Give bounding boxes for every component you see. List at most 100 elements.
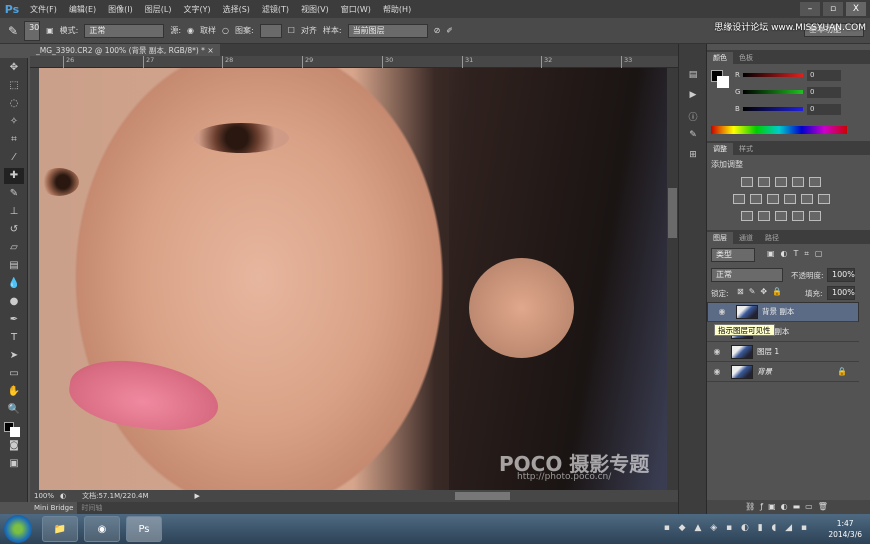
black-white-icon[interactable] xyxy=(767,194,779,204)
eyedropper-icon[interactable]: ⁄ xyxy=(4,150,24,166)
move-tool-icon[interactable]: ✥ xyxy=(4,60,24,76)
tab-color[interactable]: 颜色 xyxy=(707,52,733,64)
gradient-map-icon[interactable] xyxy=(809,211,821,221)
info-icon[interactable]: ⓘ xyxy=(684,110,702,124)
hand-icon[interactable]: ✋ xyxy=(4,384,24,400)
channel-g-value[interactable]: 0 xyxy=(807,87,841,98)
layer-filter-select[interactable]: 类型 xyxy=(711,248,755,262)
lock-icons[interactable]: ⊠✎✥🔒 xyxy=(737,287,787,296)
vertical-scrollbar[interactable] xyxy=(667,68,678,490)
brightness-icon[interactable] xyxy=(741,177,753,187)
clone-stamp-icon[interactable]: ⊥ xyxy=(4,204,24,220)
clock[interactable]: 1:47 2014/3/6 xyxy=(828,518,862,540)
tab-styles[interactable]: 样式 xyxy=(733,143,759,155)
system-tray-icons[interactable]: ▪ ◆ ▲ ◈ ▪ ◐ ▮ ◖ ◢ ▪ xyxy=(664,523,810,533)
dodge-icon[interactable]: ● xyxy=(4,294,24,310)
clone-source-icon[interactable]: ▣ xyxy=(46,26,54,35)
layer-name[interactable]: 背景 xyxy=(757,366,837,377)
marquee-tool-icon[interactable]: ⬚ xyxy=(4,78,24,94)
eye-icon[interactable]: ◉ xyxy=(707,347,727,356)
threshold-icon[interactable] xyxy=(775,211,787,221)
gradient-icon[interactable]: ▤ xyxy=(4,258,24,274)
pattern-radio[interactable]: ○ xyxy=(222,26,229,35)
menu-help[interactable]: 帮助(H) xyxy=(377,4,417,15)
mode-select[interactable]: 正常 xyxy=(84,23,165,38)
pattern-picker[interactable] xyxy=(259,23,282,38)
fill-input[interactable]: 100% xyxy=(827,286,855,300)
healing-brush-icon[interactable]: ✚ xyxy=(4,168,24,184)
menu-type[interactable]: 文字(Y) xyxy=(177,4,216,15)
brush-tool-icon[interactable]: ✎ xyxy=(4,186,24,202)
curves-icon[interactable] xyxy=(775,177,787,187)
status-menu-arrow[interactable]: ▶ xyxy=(195,492,200,500)
filter-icons[interactable]: ▣◐T⌗▢ xyxy=(767,249,829,259)
layer-name[interactable]: 图层 1 xyxy=(757,346,779,357)
doc-info[interactable]: 文档:57.1M/220.4M xyxy=(82,491,148,501)
background-color[interactable] xyxy=(717,76,729,88)
color-lookup-icon[interactable] xyxy=(818,194,830,204)
channel-r-value[interactable]: 0 xyxy=(807,70,841,81)
crop-tool-icon[interactable]: ⌗ xyxy=(4,132,24,148)
pen-icon[interactable]: ✒ xyxy=(4,312,24,328)
tab-timeline[interactable]: 时间轴 xyxy=(81,503,102,513)
tab-mini-bridge[interactable]: Mini Bridge xyxy=(30,502,78,514)
brush-tool-icon[interactable]: ✎ xyxy=(8,24,18,38)
quick-select-icon[interactable]: ✧ xyxy=(4,114,24,130)
actions-icon[interactable]: ▶ xyxy=(684,90,702,104)
brush-presets-icon[interactable]: ✎ xyxy=(684,130,702,144)
taskbar-explorer-icon[interactable]: 📁 xyxy=(42,516,78,542)
minimize-button[interactable]: – xyxy=(800,2,820,16)
close-tab-icon[interactable]: × xyxy=(207,46,213,55)
quick-mask-icon[interactable]: ◙ xyxy=(4,438,24,454)
layer-name[interactable]: 背景 副本 xyxy=(762,306,794,318)
hue-saturation-icon[interactable] xyxy=(733,194,745,204)
sample-select[interactable]: 当前图层 xyxy=(347,23,428,38)
menu-file[interactable]: 文件(F) xyxy=(24,4,63,15)
brush-size[interactable]: 30 xyxy=(24,20,41,41)
menu-edit[interactable]: 编辑(E) xyxy=(63,4,102,15)
color-spectrum[interactable] xyxy=(711,126,847,134)
color-swatches-icon[interactable] xyxy=(4,420,24,437)
exposure-icon[interactable] xyxy=(792,177,804,187)
blend-mode-select[interactable]: 正常 xyxy=(711,268,783,282)
channel-b-slider[interactable] xyxy=(743,107,803,111)
history-icon[interactable]: ▤ xyxy=(684,70,702,84)
image-canvas[interactable]: POCO 摄影专题 http://photo.poco.cn/ xyxy=(39,68,667,490)
taskbar-photoshop-icon[interactable]: Ps xyxy=(126,516,162,542)
tab-swatches[interactable]: 色板 xyxy=(733,52,759,64)
menu-image[interactable]: 图像(I) xyxy=(102,4,139,15)
layers-footer-icons[interactable]: ⛓ƒ▣◐▬▭🗑 xyxy=(707,500,870,514)
opacity-input[interactable]: 100% xyxy=(827,268,855,282)
invert-icon[interactable] xyxy=(741,211,753,221)
taskbar-chrome-icon[interactable]: ◉ xyxy=(84,516,120,542)
pressure-icon[interactable]: ✐ xyxy=(446,26,453,35)
eye-icon[interactable]: ◉ xyxy=(712,306,732,318)
layer-row[interactable]: ◉ 图层 1 xyxy=(707,342,859,362)
color-balance-icon[interactable] xyxy=(750,194,762,204)
close-button[interactable]: X xyxy=(846,2,866,16)
status-icon[interactable]: ◐ xyxy=(60,492,66,500)
history-brush-icon[interactable]: ↺ xyxy=(4,222,24,238)
menu-select[interactable]: 选择(S) xyxy=(217,4,256,15)
channel-b-value[interactable]: 0 xyxy=(807,104,841,115)
zoom-level[interactable]: 100% xyxy=(34,492,54,500)
aligned-checkbox[interactable]: ☐ xyxy=(288,26,295,35)
horizontal-scroll-thumb[interactable] xyxy=(455,492,510,500)
channel-g-slider[interactable] xyxy=(743,90,803,94)
layer-row[interactable]: ◉ 背景 副本 xyxy=(707,302,859,322)
tab-adjustments[interactable]: 调整 xyxy=(707,143,733,155)
restore-button[interactable]: ▫ xyxy=(823,2,843,16)
vibrance-icon[interactable] xyxy=(809,177,821,187)
tab-paths[interactable]: 路径 xyxy=(759,232,785,244)
photo-filter-icon[interactable] xyxy=(784,194,796,204)
clone-source-icon[interactable]: ⊞ xyxy=(684,150,702,164)
tab-channels[interactable]: 通道 xyxy=(733,232,759,244)
sampled-radio[interactable]: ◉ xyxy=(187,26,194,35)
menu-window[interactable]: 窗口(W) xyxy=(335,4,377,15)
layer-row[interactable]: ◉ 背景 🔒 xyxy=(707,362,859,382)
tab-layers[interactable]: 图层 xyxy=(707,232,733,244)
lasso-tool-icon[interactable]: ◌ xyxy=(4,96,24,112)
zoom-icon[interactable]: 🔍 xyxy=(4,402,24,418)
scroll-thumb[interactable] xyxy=(668,188,677,238)
channel-mixer-icon[interactable] xyxy=(801,194,813,204)
